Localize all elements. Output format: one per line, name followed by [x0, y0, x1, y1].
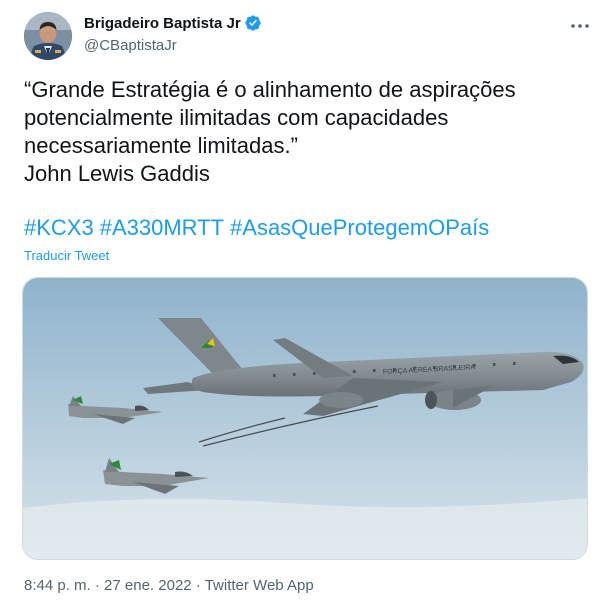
hashtag-row: #KCX3 #A330MRTT #AsasQueProtegemOPaís: [24, 214, 495, 242]
tweet-media-image[interactable]: FORÇA AÉREA BRASILEIRA: [22, 277, 588, 560]
verified-badge-icon: [244, 14, 262, 32]
tweet-source: Twitter Web App: [204, 577, 314, 594]
tweet: Brigadeiro Baptista Jr @CBaptistaJr “Gra…: [0, 0, 612, 604]
avatar[interactable]: [24, 12, 72, 60]
avatar-image: [24, 12, 72, 60]
author-display-name[interactable]: Brigadeiro Baptista Jr: [84, 15, 241, 32]
separator-dot: ·: [94, 577, 100, 594]
tweet-date[interactable]: 27 ene. 2022: [104, 577, 192, 594]
tweet-text: “Grande Estratégia é o alinhamento de as…: [24, 77, 516, 186]
hashtag-link-a330mrtt[interactable]: #A330MRTT: [100, 215, 224, 240]
translate-tweet-link[interactable]: Traducir Tweet: [24, 248, 109, 263]
aircraft-photo: FORÇA AÉREA BRASILEIRA: [23, 278, 587, 559]
tweet-time[interactable]: 8:44 p. m.: [24, 577, 91, 594]
hashtag-link-asasqueprotegemopais[interactable]: #AsasQueProtegemOPaís: [230, 215, 489, 240]
author-handle[interactable]: @CBaptistaJr: [84, 37, 177, 54]
more-options-icon[interactable]: [568, 14, 592, 38]
hashtag-link-kcx3[interactable]: #KCX3: [24, 215, 94, 240]
separator-dot: ·: [195, 577, 201, 594]
author-name-row[interactable]: Brigadeiro Baptista Jr: [84, 14, 262, 32]
tweet-metadata: 8:44 p. m. · 27 ene. 2022 · Twitter Web …: [24, 577, 314, 594]
